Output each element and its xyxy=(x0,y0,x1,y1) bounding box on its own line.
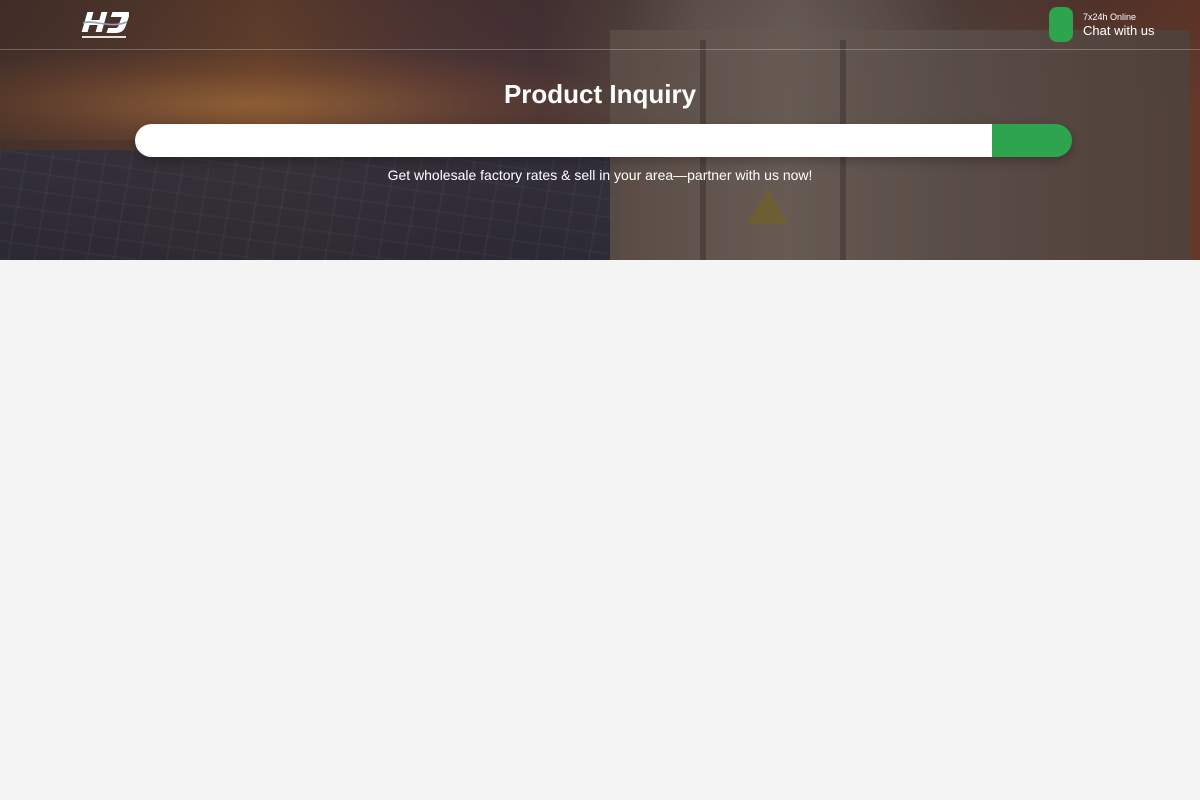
chat-label: Chat with us xyxy=(1083,22,1155,38)
chat-with-us-button[interactable]: 7x24h Online Chat with us xyxy=(1049,7,1155,42)
top-bar: 7x24h Online Chat with us xyxy=(0,0,1200,50)
chat-availability: 7x24h Online xyxy=(1083,11,1137,22)
page-title: Product Inquiry xyxy=(503,79,697,109)
content-area xyxy=(0,260,1200,800)
tagline: Get wholesale factory rates & sell in yo… xyxy=(387,167,813,183)
inquiry-search-input[interactable] xyxy=(135,124,992,157)
hero-banner: 7x24h Online Chat with us Product Inquir… xyxy=(0,0,1200,260)
search-button[interactable] xyxy=(992,124,1072,157)
company-logo[interactable] xyxy=(81,8,131,40)
hj-logo-icon xyxy=(81,12,131,38)
chat-bubble-icon xyxy=(1049,7,1073,42)
inquiry-search-bar xyxy=(135,124,1072,157)
chat-text: 7x24h Online Chat with us xyxy=(1083,11,1155,39)
